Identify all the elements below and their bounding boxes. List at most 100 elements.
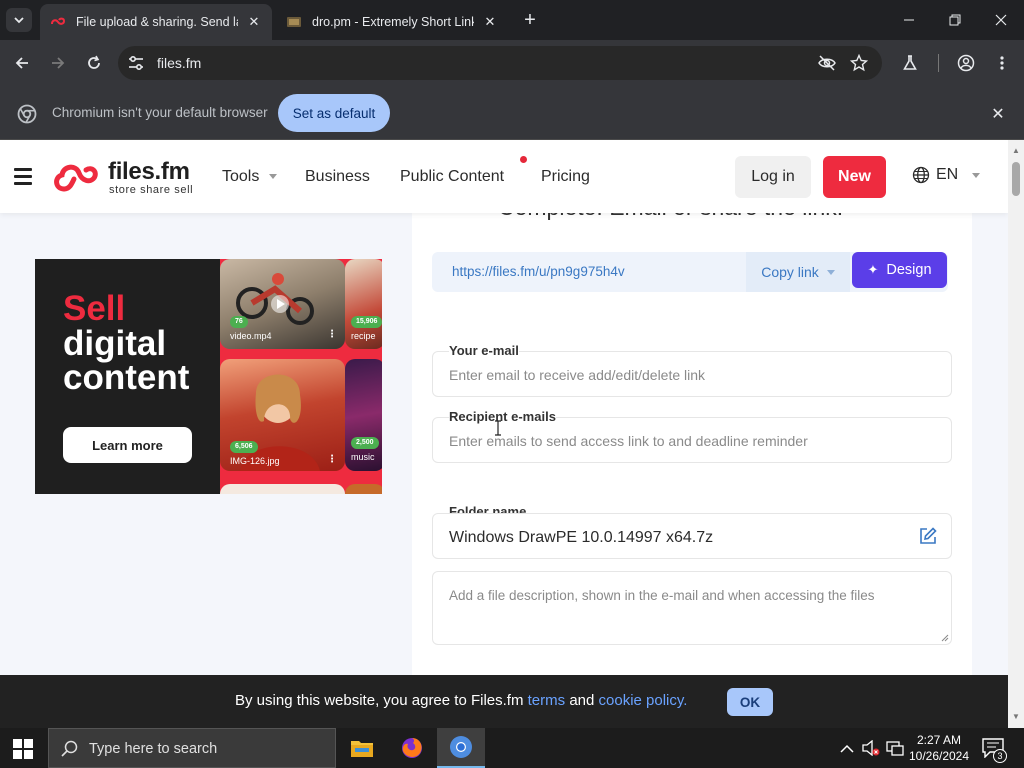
files-fm-logo-icon <box>54 164 98 192</box>
address-bar[interactable]: files.fm <box>118 46 882 80</box>
ad-card-partial <box>345 484 382 494</box>
ad-headline-digital: digital <box>63 324 167 363</box>
minimize-button[interactable] <box>886 0 932 40</box>
text-cursor-icon <box>495 420 501 436</box>
learn-more-button[interactable]: Learn more <box>63 427 192 463</box>
view-count-badge: 6,506 <box>230 441 258 453</box>
new-tab-button[interactable]: + <box>519 9 541 31</box>
file-explorer-button[interactable] <box>338 728 386 768</box>
close-tab-icon[interactable]: ✕ <box>482 14 498 30</box>
page-viewport: files.fm store share sell Tools Business… <box>0 140 1008 728</box>
cookie-policy-link[interactable]: cookie policy. <box>599 692 688 709</box>
sell-digital-content-ad[interactable]: Sell digital content Learn more 76 video… <box>35 259 382 494</box>
more-vert-icon: ⋮ <box>327 329 337 340</box>
nav-pricing[interactable]: Pricing <box>541 168 590 186</box>
caret-down-icon <box>972 172 981 178</box>
set-as-default-button[interactable]: Set as default <box>278 94 390 132</box>
ad-card-photo: 6,506 IMG-126.jpg ⋮ <box>220 359 345 471</box>
view-count-badge: 15,906 <box>351 316 382 328</box>
bookmark-star-icon[interactable] <box>850 54 868 72</box>
menu-button[interactable] <box>988 49 1016 77</box>
taskbar-search-placeholder: Type here to search <box>89 741 218 757</box>
caret-down-icon <box>269 174 278 180</box>
taskbar-search-box[interactable]: Type here to search <box>48 728 336 768</box>
ad-headline-sell: Sell <box>63 289 126 328</box>
chevron-down-icon <box>14 17 24 24</box>
nav-public-content[interactable]: Public Content <box>400 168 504 186</box>
globe-icon <box>912 166 930 184</box>
file-description-textarea[interactable]: Add a file description, shown in the e-m… <box>432 571 952 645</box>
copy-link-button[interactable]: Copy link <box>746 252 850 292</box>
search-icon <box>61 740 78 757</box>
share-link-url[interactable]: https://files.fm/u/pn9g975h4v <box>452 264 625 279</box>
network-icon[interactable] <box>886 740 904 756</box>
browser-toolbar: files.fm <box>0 40 1024 86</box>
scrollbar-thumb[interactable] <box>1012 162 1020 196</box>
toolbar-divider <box>938 54 939 72</box>
profile-button[interactable] <box>952 49 980 77</box>
eye-off-icon[interactable] <box>817 54 837 72</box>
hamburger-menu-icon[interactable] <box>14 168 32 185</box>
labs-button[interactable] <box>896 49 924 77</box>
design-button[interactable]: ✦ Design <box>852 252 947 288</box>
cookie-text-prefix: By using this website, you agree to File… <box>235 692 524 709</box>
profile-icon <box>957 54 975 72</box>
language-selector[interactable]: EN <box>912 166 981 184</box>
restore-icon <box>949 14 961 26</box>
share-form-panel: Complete: Email or share the link! https… <box>412 194 972 728</box>
flask-icon <box>903 55 917 70</box>
notification-count: 3 <box>993 749 1007 763</box>
page-scrollbar[interactable]: ▲ ▼ <box>1008 140 1024 728</box>
folder-name-value: Windows DrawPE 10.0.14997 x64.7z <box>449 529 714 546</box>
edit-icon[interactable] <box>919 527 937 545</box>
forward-button[interactable] <box>44 49 72 77</box>
volume-muted-icon[interactable] <box>862 740 880 756</box>
ad-card-caption: music <box>351 452 375 462</box>
new-button[interactable]: New <box>823 156 886 198</box>
notification-dot <box>520 156 527 163</box>
files-fm-favicon-icon <box>51 17 66 25</box>
cookie-ok-button[interactable]: OK <box>727 688 773 716</box>
folder-name-field[interactable]: Windows DrawPE 10.0.14997 x64.7z <box>432 513 952 559</box>
notification-center-button[interactable]: 3 <box>982 736 1008 763</box>
firefox-icon <box>402 738 422 758</box>
view-count-badge: 76 <box>230 316 248 328</box>
restore-button[interactable] <box>932 0 978 40</box>
tab-search-button[interactable] <box>6 8 32 32</box>
folder-icon <box>351 741 373 757</box>
ad-headline-content: content <box>63 358 190 397</box>
tab-dro-pm[interactable]: dro.pm - Extremely Short Links ✕ <box>276 4 508 40</box>
scroll-up-icon[interactable]: ▲ <box>1012 146 1020 155</box>
close-tab-icon[interactable]: ✕ <box>246 14 262 30</box>
firefox-button[interactable] <box>388 728 436 768</box>
reload-icon <box>88 55 100 69</box>
ad-card-recipe: 15,906 recipe <box>345 259 382 349</box>
nav-business[interactable]: Business <box>305 168 370 186</box>
recipient-emails-placeholder: Enter emails to send access link to and … <box>449 433 808 449</box>
taskbar-clock[interactable]: 2:27 AM 10/26/2024 <box>904 732 974 764</box>
back-button[interactable] <box>8 49 36 77</box>
chevron-up-icon[interactable] <box>840 744 854 754</box>
cookie-text-and: and <box>569 692 595 709</box>
tab-files-fm[interactable]: File upload & sharing. Send larg ✕ <box>40 4 272 40</box>
dro-pm-favicon-icon <box>287 17 301 27</box>
more-vert-icon <box>1000 56 1004 70</box>
forward-arrow-icon <box>52 57 65 69</box>
resize-handle-icon[interactable] <box>941 634 949 642</box>
ad-card-caption: IMG-126.jpg <box>230 456 280 466</box>
reload-button[interactable] <box>80 49 108 77</box>
scroll-down-icon[interactable]: ▼ <box>1012 712 1020 721</box>
close-infobar-icon[interactable]: ✕ <box>988 104 1008 124</box>
site-settings-icon[interactable] <box>126 53 146 73</box>
infobar-message: Chromium isn't your default browser <box>52 105 268 120</box>
terms-link[interactable]: terms <box>528 692 566 709</box>
login-button[interactable]: Log in <box>735 156 811 198</box>
chromium-taskbar-button[interactable] <box>437 728 485 768</box>
files-fm-logo[interactable]: files.fm store share sell <box>52 158 202 199</box>
back-arrow-icon <box>15 57 28 69</box>
nav-tools[interactable]: Tools <box>222 168 278 186</box>
windows-start-icon[interactable] <box>13 739 33 759</box>
chromium-icon <box>450 736 472 758</box>
close-window-button[interactable] <box>978 0 1024 40</box>
chromium-logo-icon <box>17 104 37 124</box>
